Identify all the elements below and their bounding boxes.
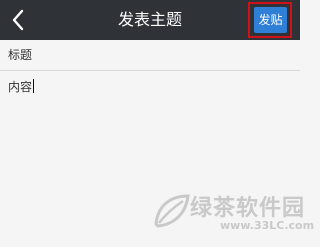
text-cursor bbox=[33, 79, 34, 93]
post-button[interactable]: 发贴 bbox=[254, 7, 287, 33]
watermark-text: 绿茶软件园 bbox=[190, 196, 306, 221]
top-nav-bar: 发表主题 发贴 bbox=[0, 0, 300, 40]
title-input[interactable] bbox=[8, 47, 292, 63]
watermark-url: www.33LC.com bbox=[220, 219, 315, 232]
title-field-row bbox=[0, 40, 300, 71]
watermark: 绿茶软件园 www.33LC.com bbox=[150, 186, 314, 247]
leaf-logo-icon bbox=[154, 194, 190, 228]
